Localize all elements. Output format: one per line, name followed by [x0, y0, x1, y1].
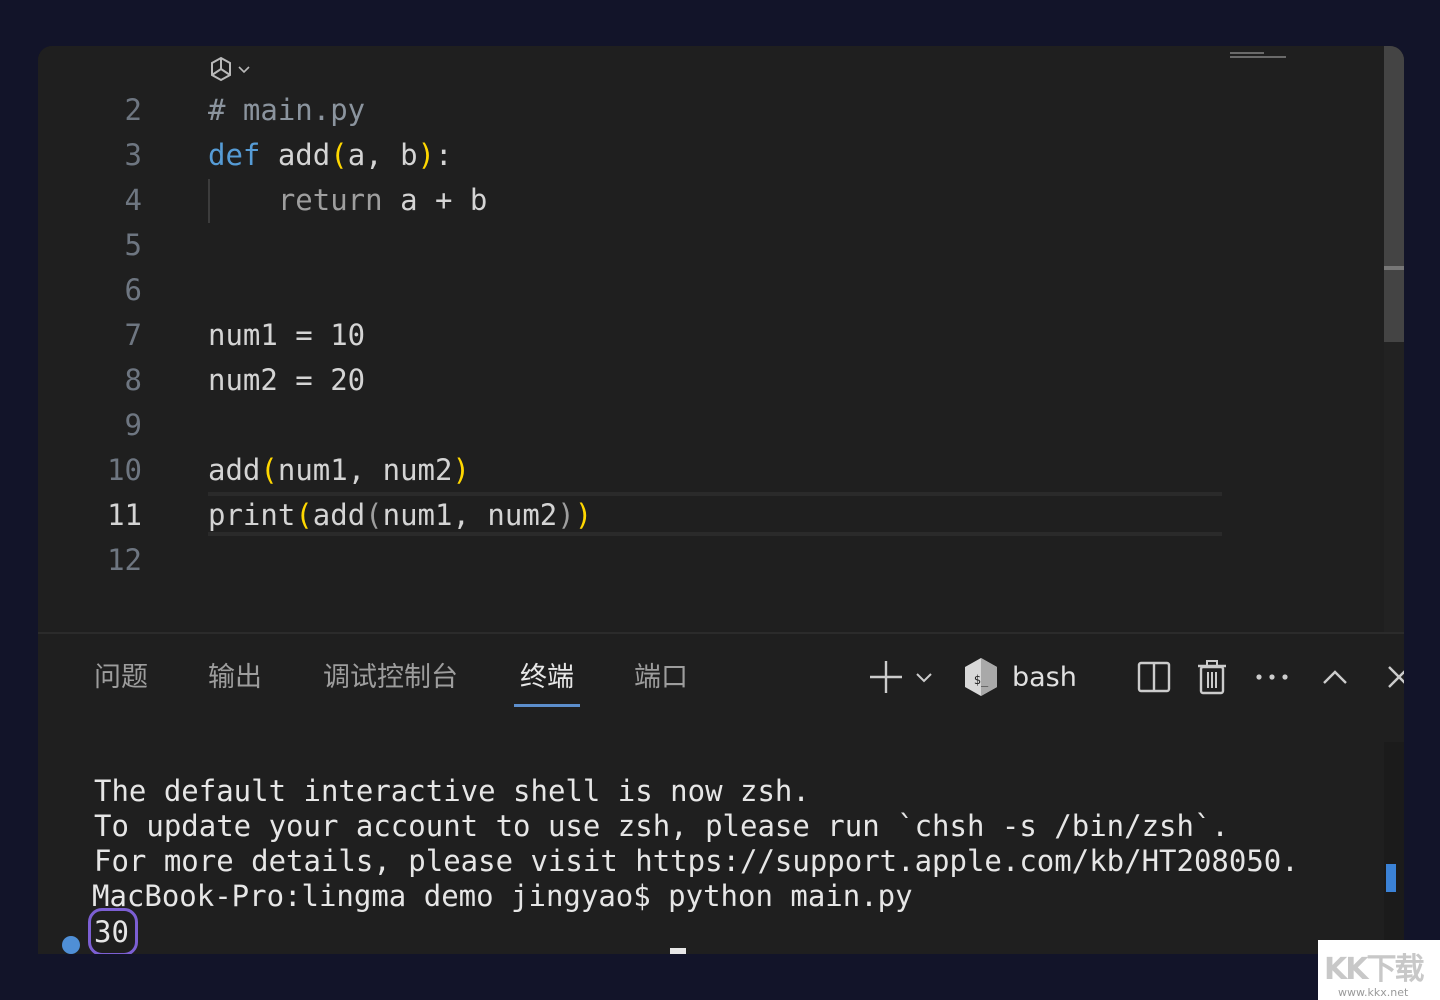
- bracket: (: [260, 453, 278, 487]
- terminal-line: The default interactive shell is now zsh…: [94, 774, 810, 808]
- trash-icon: [1198, 660, 1226, 695]
- line-number: 8: [124, 363, 142, 397]
- maximize-panel-button[interactable]: [1320, 652, 1350, 702]
- split-terminal-button[interactable]: [1136, 652, 1172, 702]
- command-status-dot[interactable]: [62, 936, 80, 954]
- line-number: 5: [124, 228, 142, 262]
- assignment: num1 = 10: [208, 318, 366, 352]
- editor-scrollbar-thumb[interactable]: [1384, 46, 1404, 342]
- terminal-line: To update your account to use zsh, pleas…: [94, 809, 1229, 843]
- line-number: 6: [124, 273, 142, 307]
- bracket: ): [417, 138, 436, 172]
- function-call: print: [208, 498, 296, 532]
- line-number-active: 11: [107, 498, 142, 532]
- code-line-active[interactable]: print(add(num1, num2)): [208, 493, 592, 538]
- return-expression: a + b: [382, 183, 488, 217]
- bracket: ): [574, 498, 593, 532]
- line-number: 3: [124, 138, 142, 172]
- terminal-scrollbar-thumb[interactable]: [1386, 864, 1396, 892]
- new-terminal-button[interactable]: [866, 652, 906, 702]
- terminal-prompt-line: MacBook-Pro:lingma demo jingyao$ python …: [92, 879, 913, 913]
- bracket: (: [330, 138, 348, 172]
- code-line[interactable]: # main.py: [208, 88, 365, 133]
- assignment: num2 = 20: [208, 363, 366, 397]
- tab-problems[interactable]: 问题: [94, 658, 148, 698]
- code-editor[interactable]: 2 3 4 5 6 7 8 9 10 11 12 # main.py def a…: [38, 46, 1404, 632]
- more-actions-button[interactable]: [1254, 652, 1290, 702]
- watermark-logo: KK下载: [1324, 952, 1424, 987]
- minimap[interactable]: [1230, 50, 1290, 64]
- bracket: (: [365, 498, 383, 532]
- kill-terminal-button[interactable]: [1196, 652, 1228, 702]
- terminal-shell-selector[interactable]: $_ bash: [962, 652, 1077, 702]
- call-arguments: num1, num2: [382, 498, 558, 532]
- code-line[interactable]: num1 = 10: [208, 313, 365, 358]
- active-tab-underline: [514, 704, 580, 707]
- scrollbar-cursor-marker: [1384, 266, 1404, 270]
- chevron-down-icon: [916, 673, 932, 683]
- shell-name: bash: [1012, 661, 1077, 693]
- vscode-window: 2 3 4 5 6 7 8 9 10 11 12 # main.py def a…: [38, 46, 1404, 954]
- chevron-up-icon: [1323, 670, 1347, 684]
- tab-terminal[interactable]: 终端: [520, 658, 574, 698]
- terminal-line: For more details, please visit https://s…: [94, 844, 1299, 878]
- line-number: 12: [107, 543, 142, 577]
- keyword-return: return: [277, 183, 383, 217]
- tab-output[interactable]: 输出: [208, 658, 262, 698]
- function-call: add: [208, 453, 261, 487]
- line-number: 7: [124, 318, 142, 352]
- function-call: add: [312, 498, 366, 532]
- highlight-ring: [88, 908, 138, 954]
- line-number: 2: [124, 93, 142, 127]
- more-icon: [1256, 674, 1288, 680]
- bracket: ): [452, 453, 470, 487]
- close-icon: [1388, 666, 1404, 688]
- bottom-panel: 问题 输出 调试控制台 终端 端口 $_ bash The default in…: [38, 632, 1404, 954]
- function-name: add: [260, 138, 331, 172]
- bash-shell-icon: $_: [965, 658, 997, 696]
- ai-code-actions[interactable]: [208, 56, 252, 82]
- line-number: 4: [124, 183, 142, 217]
- svg-text:$_: $_: [974, 673, 989, 687]
- colon: :: [435, 138, 453, 172]
- watermark: KK下载 www.kkx.net: [1318, 940, 1440, 1000]
- code-comment: # main.py: [208, 93, 366, 127]
- code-line[interactable]: num2 = 20: [208, 358, 365, 403]
- watermark-url: www.kkx.net: [1338, 986, 1409, 999]
- tab-ports[interactable]: 端口: [634, 658, 688, 698]
- line-number: 10: [107, 453, 142, 487]
- terminal-profile-dropdown[interactable]: [912, 652, 936, 702]
- code-line[interactable]: return a + b: [208, 178, 488, 223]
- terminal-cursor: [670, 948, 686, 954]
- code-line[interactable]: def add(a, b):: [208, 133, 452, 178]
- close-panel-button[interactable]: [1384, 652, 1404, 702]
- keyword-def: def: [208, 138, 261, 172]
- tab-debug-console[interactable]: 调试控制台: [323, 658, 458, 698]
- terminal-scrollbar-track[interactable]: [1384, 742, 1404, 954]
- call-arguments: num1, num2: [277, 453, 453, 487]
- bracket: ): [557, 498, 575, 532]
- plus-icon: [870, 661, 902, 693]
- bracket: (: [295, 498, 313, 532]
- split-terminal-icon: [1137, 661, 1171, 693]
- ai-assistant-icon[interactable]: [208, 56, 234, 82]
- parameters: a, b: [347, 138, 418, 172]
- chevron-down-icon[interactable]: [236, 61, 252, 77]
- code-line[interactable]: add(num1, num2): [208, 448, 470, 493]
- line-number: 9: [124, 408, 142, 442]
